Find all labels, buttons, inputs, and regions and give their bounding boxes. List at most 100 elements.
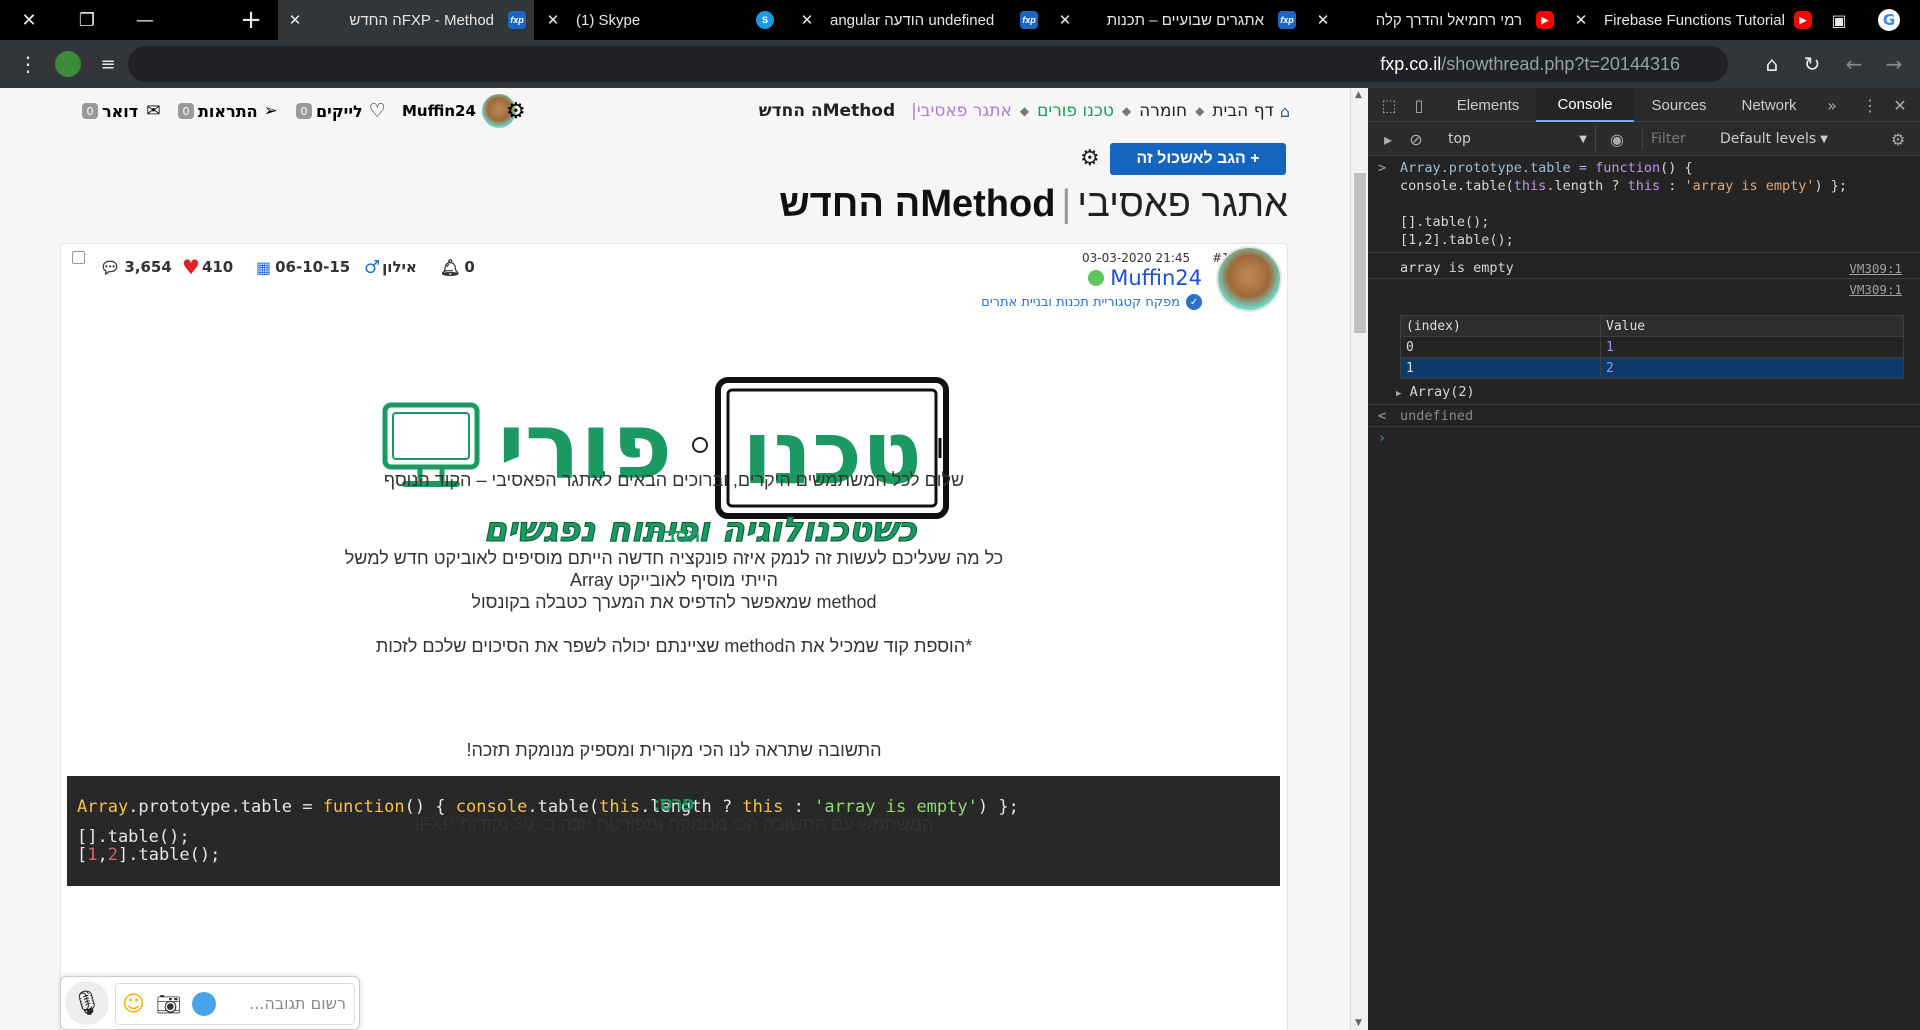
devtools-tab-sources[interactable]: Sources <box>1634 88 1724 122</box>
user-menu[interactable]: Muffin24 <box>402 94 518 128</box>
url-text[interactable]: fxp.co.il/showthread.php?t=20144316 <box>1380 54 1680 75</box>
notifications-link[interactable]: 0 התראות ➢ <box>174 96 278 126</box>
extension-icon[interactable] <box>48 40 88 88</box>
console-input-line-3: [].table(); <box>1400 214 1490 230</box>
devtools-menu-icon[interactable]: ⋮ <box>1858 88 1882 122</box>
tab-skype[interactable]: ✕ (1) Skype S <box>536 0 782 40</box>
microphone-icon[interactable]: 🎙︎ <box>65 981 109 1025</box>
gif-icon[interactable] <box>192 992 216 1016</box>
likes-received-value: 410 <box>201 258 234 276</box>
camera-icon[interactable]: 📷︎ <box>156 992 181 1016</box>
breadcrumb-passive-challenge[interactable]: אתגר פאסיבי| <box>911 101 1012 121</box>
device-toolbar-icon[interactable]: ▯ <box>1406 88 1432 122</box>
tab-close-icon[interactable]: ✕ <box>542 11 564 29</box>
console-prompt-icon[interactable]: › <box>1378 430 1386 446</box>
close-window-icon[interactable]: ✕ <box>0 0 58 40</box>
table-cell-value: 2 <box>1600 357 1904 379</box>
post-select-checkbox[interactable] <box>72 251 85 264</box>
close-devtools-icon[interactable]: ✕ <box>1888 88 1912 122</box>
tab-title: (1) Skype <box>576 11 641 29</box>
fxp-favicon-icon: fxp <box>508 11 526 29</box>
log-levels-dropdown[interactable]: Default levels ▼ <box>1720 126 1830 152</box>
new-tab-icon[interactable]: + <box>222 0 280 40</box>
reply-to-thread-button[interactable]: + הגב לאשכול זה <box>1110 143 1286 175</box>
tab-firebase[interactable]: ✕ Firebase Functions Tutorial ▶ <box>1564 0 1820 40</box>
fxp-favicon-icon: fxp <box>1278 11 1296 29</box>
reply-input-placeholder: רשום תגובה... <box>249 994 346 1013</box>
console-filter-input[interactable]: Filter <box>1642 128 1712 150</box>
table-header-value[interactable]: Value <box>1600 315 1904 337</box>
page-scrollbar[interactable]: ▲ ▼ <box>1350 88 1368 1030</box>
thread-tools-gear-icon[interactable]: ⚙ <box>1080 146 1100 171</box>
breadcrumb-separator-icon: ◆ <box>1195 104 1205 118</box>
source-link-1[interactable]: VM309:1 <box>1849 261 1902 276</box>
author-avatar[interactable] <box>1216 246 1282 312</box>
post-author-name[interactable]: Muffin24 <box>1110 266 1202 290</box>
fxp-favicon-icon: fxp <box>1020 11 1038 29</box>
more-tabs-icon[interactable]: » <box>1820 88 1844 122</box>
devtools-tab-network[interactable]: Network <box>1724 88 1814 122</box>
quick-reply-composer: 🎙︎ ☺ 📷︎ רשום תגובה... <box>60 976 360 1030</box>
tab-close-icon[interactable]: ✕ <box>1570 11 1592 29</box>
reply-input-box[interactable]: ☺ 📷︎ רשום תגובה... <box>115 983 355 1025</box>
scrollbar-thumb[interactable] <box>1354 173 1366 333</box>
scroll-up-icon[interactable]: ▲ <box>1355 90 1362 100</box>
tab-title: אתגרים שבועיים – תכנות <box>1106 11 1264 29</box>
minimize-window-icon[interactable]: — <box>116 0 174 40</box>
table-header-index[interactable]: (index) <box>1400 315 1601 337</box>
youtube-favicon-icon: ▶ <box>1536 11 1554 29</box>
devtools-tab-elements[interactable]: Elements <box>1440 88 1536 122</box>
online-status-icon <box>1088 270 1105 286</box>
post-author[interactable]: Muffin24 <box>1088 266 1202 290</box>
table-row[interactable]: 1 2 <box>1400 357 1904 379</box>
tab-close-icon[interactable]: ✕ <box>284 11 306 29</box>
reload-icon[interactable]: ↻ <box>1792 40 1832 88</box>
source-link-2[interactable]: VM309:1 <box>1849 282 1902 297</box>
url-path: /showthread.php?t=20144316 <box>1441 54 1680 74</box>
posts-count-value: 3,654 <box>124 258 172 276</box>
context-selector[interactable]: top ▼ <box>1440 126 1596 152</box>
sidebar-toggle-icon[interactable]: ▸ <box>1376 126 1400 152</box>
breadcrumb-hardware[interactable]: חומרה <box>1139 101 1187 121</box>
join-date: ▦ 06-10-15 <box>256 256 350 278</box>
male-icon: ♂ <box>364 256 381 278</box>
devtools-tab-console[interactable]: Console <box>1536 88 1634 122</box>
media-control-icon[interactable]: ≡ <box>90 40 126 88</box>
home-breadcrumb-icon[interactable]: ⌂ <box>1280 102 1290 121</box>
live-expression-eye-icon[interactable]: ◉ <box>1604 126 1630 152</box>
likes-received: ♥ 410 <box>182 255 234 279</box>
back-icon[interactable]: → <box>1874 40 1914 88</box>
breadcrumb-technopurim[interactable]: טכנו פורים <box>1037 101 1114 121</box>
mail-link[interactable]: 0 דואר ✉ <box>78 96 160 126</box>
tab-close-icon[interactable]: ✕ <box>1054 11 1076 29</box>
return-arrow-icon: < <box>1378 408 1387 424</box>
home-icon[interactable]: ⌂ <box>1752 40 1792 88</box>
settings-gear-icon[interactable]: ⚙ <box>506 96 526 126</box>
tab-angular[interactable]: ✕ angular הודעה undefined fxp <box>790 0 1046 40</box>
context-value: top <box>1448 131 1471 147</box>
console-divider <box>1368 404 1920 405</box>
clear-console-icon[interactable]: ⊘ <box>1404 126 1428 152</box>
inspect-element-icon[interactable]: ⬚ <box>1376 88 1402 122</box>
scroll-down-icon[interactable]: ▼ <box>1355 1018 1362 1028</box>
tab-fxp-methodh[interactable]: ✕ FXP - Methodה החדש fxp <box>278 0 534 40</box>
url-host: fxp.co.il <box>1380 54 1442 74</box>
emoji-icon[interactable]: ☺ <box>122 992 145 1017</box>
posts-count: 💬︎ 3,654 <box>100 256 172 278</box>
google-account-icon[interactable]: G <box>1860 0 1918 40</box>
tab-close-icon[interactable]: ✕ <box>1312 11 1334 29</box>
tab-weekly-challenges[interactable]: ✕ אתגרים שבועיים – תכנות fxp <box>1048 0 1304 40</box>
forward-icon[interactable]: ← <box>1834 40 1874 88</box>
restore-window-icon[interactable]: ❐ <box>58 0 116 40</box>
breadcrumb-home[interactable]: דף הבית <box>1212 101 1273 121</box>
browser-menu-icon[interactable]: ⋮ <box>10 40 46 88</box>
array-summary[interactable]: ▶ Array(2) <box>1396 384 1475 400</box>
likes-link[interactable]: 0 לייקים ♡ <box>292 96 386 126</box>
table-cell-value: 1 <box>1600 336 1904 358</box>
table-row[interactable]: 0 1 <box>1400 336 1904 358</box>
tab-youtube-rami[interactable]: ✕ רמי רחמיאל והדרך קלה ▶ <box>1306 0 1562 40</box>
envelope-icon: ✉ <box>146 101 161 121</box>
tab-close-icon[interactable]: ✕ <box>796 11 818 29</box>
breadcrumb-separator-icon: ◆ <box>1019 104 1030 118</box>
console-settings-gear-icon[interactable]: ⚙ <box>1884 126 1912 152</box>
